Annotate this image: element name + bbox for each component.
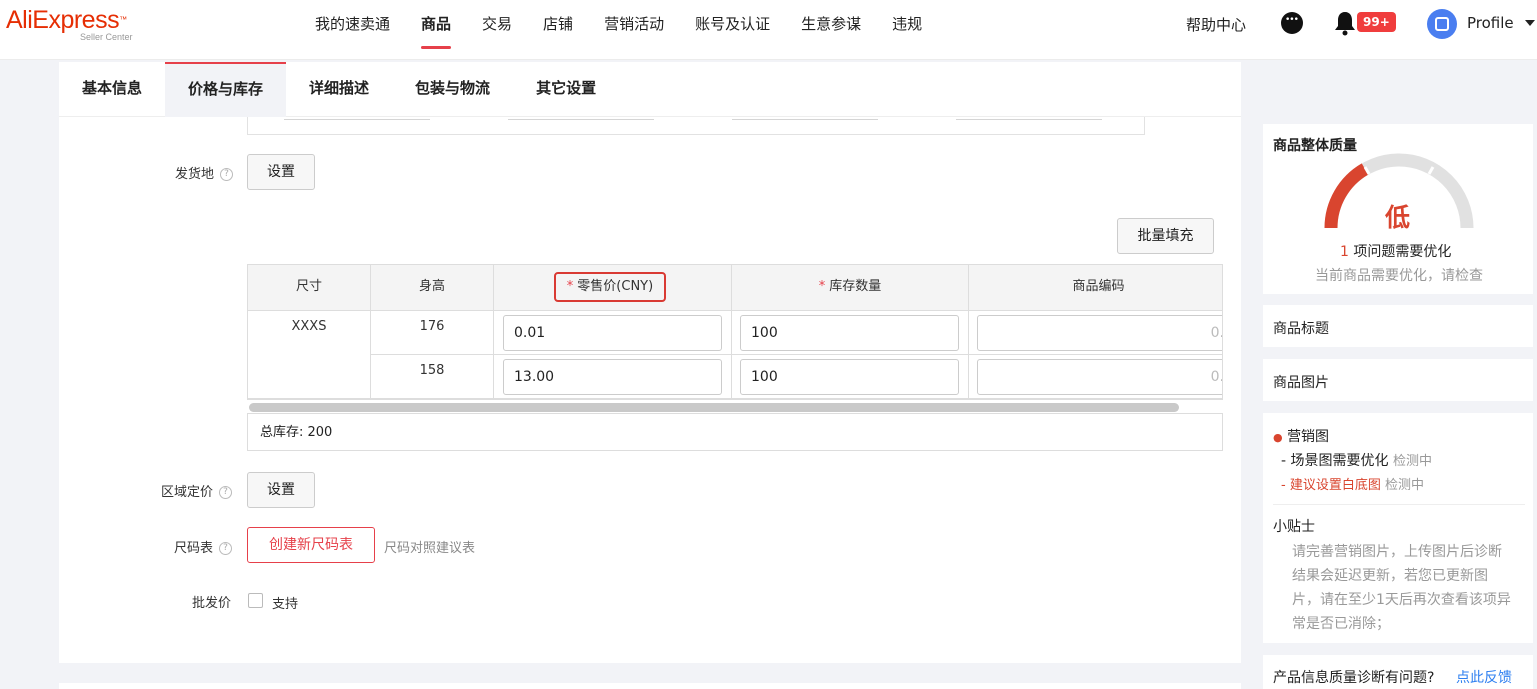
sku-table: 尺寸 身高 * 零售价(CNY) * 库存数量 商品编码 XXXS 176 0.01…: [247, 264, 1223, 400]
size-reference-link[interactable]: 尺码对照建议表: [384, 537, 475, 556]
nav-item-account[interactable]: 账号及认证: [695, 0, 770, 60]
section-tabs: 基本信息 价格与库存 详细描述 包装与物流 其它设置: [59, 62, 1241, 117]
marketing-image-title[interactable]: ● 营销图: [1273, 426, 1329, 446]
nav-item-products[interactable]: 商品: [421, 0, 452, 60]
tips-line: 请完善营销图片，上传图片后诊断: [1292, 544, 1502, 560]
marketing-issue-1: - 场景图需要优化 检测中: [1281, 453, 1432, 469]
product-title-card[interactable]: 商品标题: [1263, 305, 1533, 347]
product-image-label: 商品图片: [1273, 375, 1329, 391]
store-icon: [1435, 17, 1449, 31]
tab-packaging-logistics[interactable]: 包装与物流: [392, 62, 513, 117]
retail-price-input[interactable]: 13.00: [503, 359, 722, 395]
aliexpress-logo[interactable]: AliExpress™ Seller Center: [6, 6, 146, 46]
tips-line: 常是否已消除；: [1292, 616, 1390, 632]
table-row: 0.: [969, 311, 1222, 355]
profile-menu[interactable]: Profile: [1467, 14, 1514, 32]
product-code-input[interactable]: 0.: [977, 359, 1222, 395]
total-stock: 总库存: 200: [247, 413, 1223, 451]
feedback-question: 产品信息质量诊断有问题?: [1273, 670, 1435, 686]
message-icon[interactable]: [1281, 12, 1303, 34]
tips-line: 结果会延迟更新，若您已更新图: [1292, 568, 1488, 584]
table-row: 13.00: [494, 355, 732, 399]
cell-size: XXXS: [248, 311, 371, 399]
product-code-input[interactable]: 0.: [977, 315, 1222, 351]
create-size-chart-button[interactable]: 创建新尺码表: [247, 527, 375, 563]
nav-item-business-advisor[interactable]: 生意参谋: [801, 0, 861, 60]
table-horizontal-scrollbar[interactable]: [249, 403, 1179, 412]
top-navigation-bar: AliExpress™ Seller Center 我的速卖通 商品 交易 店铺…: [0, 0, 1537, 60]
stock-input[interactable]: 100: [740, 315, 959, 351]
tab-description[interactable]: 详细描述: [286, 62, 392, 117]
quality-score-card: 商品整体质量 低 1 项问题需要优化 当前商品需要优化，请检查: [1263, 124, 1533, 294]
main-nav: 我的速卖通 商品 交易 店铺 营销活动 账号及认证 生意参谋 违规: [315, 0, 953, 60]
stock-input[interactable]: 100: [740, 359, 959, 395]
ship-from-label: 发货地?: [175, 163, 234, 182]
help-icon[interactable]: ?: [220, 168, 234, 181]
nav-item-orders[interactable]: 交易: [482, 0, 512, 60]
nav-item-store[interactable]: 店铺: [543, 0, 573, 60]
help-icon[interactable]: ?: [219, 486, 233, 499]
nav-item-my-aliexpress[interactable]: 我的速卖通: [315, 0, 390, 60]
quality-hint: 当前商品需要优化，请检查: [1315, 268, 1483, 284]
status-dot-icon: ●: [1273, 431, 1283, 444]
table-row: 100: [732, 311, 969, 355]
logo-subtitle: Seller Center: [80, 32, 133, 42]
logo-text: AliExpress™: [6, 6, 127, 34]
column-header-retail-price: * 零售价(CNY): [494, 265, 732, 311]
cell-height: 176: [371, 311, 494, 355]
retail-price-input[interactable]: 0.01: [503, 315, 722, 351]
product-edit-panel: 基本信息 价格与库存 详细描述 包装与物流 其它设置 发货地? 设置 批量填充 …: [59, 62, 1241, 663]
feedback-card: 产品信息质量诊断有问题? 点此反馈: [1263, 655, 1533, 689]
next-section-edge: [59, 683, 1241, 689]
region-price-label: 区域定价?: [161, 481, 233, 500]
tips-title: 小贴士: [1273, 519, 1315, 535]
bell-icon[interactable]: [1333, 10, 1357, 36]
region-price-settings-button[interactable]: 设置: [247, 472, 315, 508]
chevron-down-icon[interactable]: [1525, 20, 1535, 26]
marketing-issue-2: - 建议设置白底图 检测中: [1281, 478, 1424, 493]
ship-from-settings-button[interactable]: 设置: [247, 154, 315, 190]
tab-price-stock[interactable]: 价格与库存: [165, 62, 287, 117]
marketing-image-card: ● 营销图 - 场景图需要优化 检测中 - 建议设置白底图 检测中 小贴士 请完…: [1263, 413, 1533, 643]
help-icon[interactable]: ?: [219, 542, 233, 555]
size-chart-label: 尺码表?: [174, 537, 233, 556]
highlight-box: * 零售价(CNY): [554, 272, 666, 302]
nav-item-violations[interactable]: 违规: [892, 0, 922, 60]
column-header-product-code: 商品编码: [969, 265, 1222, 311]
wholesale-option-label: 支持: [272, 597, 299, 612]
notification-badge: 99+: [1357, 12, 1396, 32]
cell-height: 158: [371, 355, 494, 399]
tips-line: 片，请在至少1天后再次查看该项异: [1292, 592, 1511, 608]
previous-section-edge: [247, 117, 1145, 135]
issue-summary: 1 项问题需要优化: [1340, 244, 1452, 260]
product-image-card[interactable]: 商品图片: [1263, 359, 1533, 401]
avatar[interactable]: [1427, 9, 1457, 39]
divider: [1273, 504, 1525, 505]
nav-item-marketing[interactable]: 营销活动: [604, 0, 664, 60]
table-row: 0.01: [494, 311, 732, 355]
tab-basic-info[interactable]: 基本信息: [59, 62, 165, 117]
help-center-link[interactable]: 帮助中心: [1186, 14, 1246, 35]
column-header-size: 尺寸: [248, 265, 371, 311]
wholesale-label: 批发价: [192, 596, 232, 611]
product-title-label: 商品标题: [1273, 321, 1329, 337]
column-header-height: 身高: [371, 265, 494, 311]
tab-other-settings[interactable]: 其它设置: [513, 62, 619, 117]
bulk-fill-button[interactable]: 批量填充: [1117, 218, 1214, 254]
wholesale-checkbox[interactable]: [248, 593, 263, 608]
column-header-stock: * 库存数量: [732, 265, 969, 311]
table-row: 100: [732, 355, 969, 399]
feedback-link[interactable]: 点此反馈: [1456, 667, 1512, 687]
quality-level: 低: [1385, 203, 1411, 232]
table-row: 0.: [969, 355, 1222, 399]
